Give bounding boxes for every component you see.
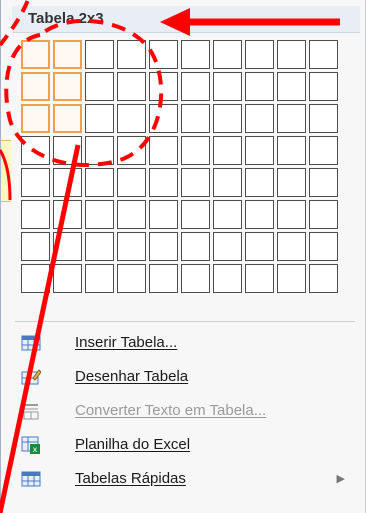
left-arc	[0, 0, 30, 47]
left-tick	[0, 149, 12, 201]
selection-circle	[4, 18, 164, 167]
arrow-head	[160, 8, 190, 36]
pointer-line	[0, 144, 81, 513]
annotation-overlay	[0, 0, 340, 513]
